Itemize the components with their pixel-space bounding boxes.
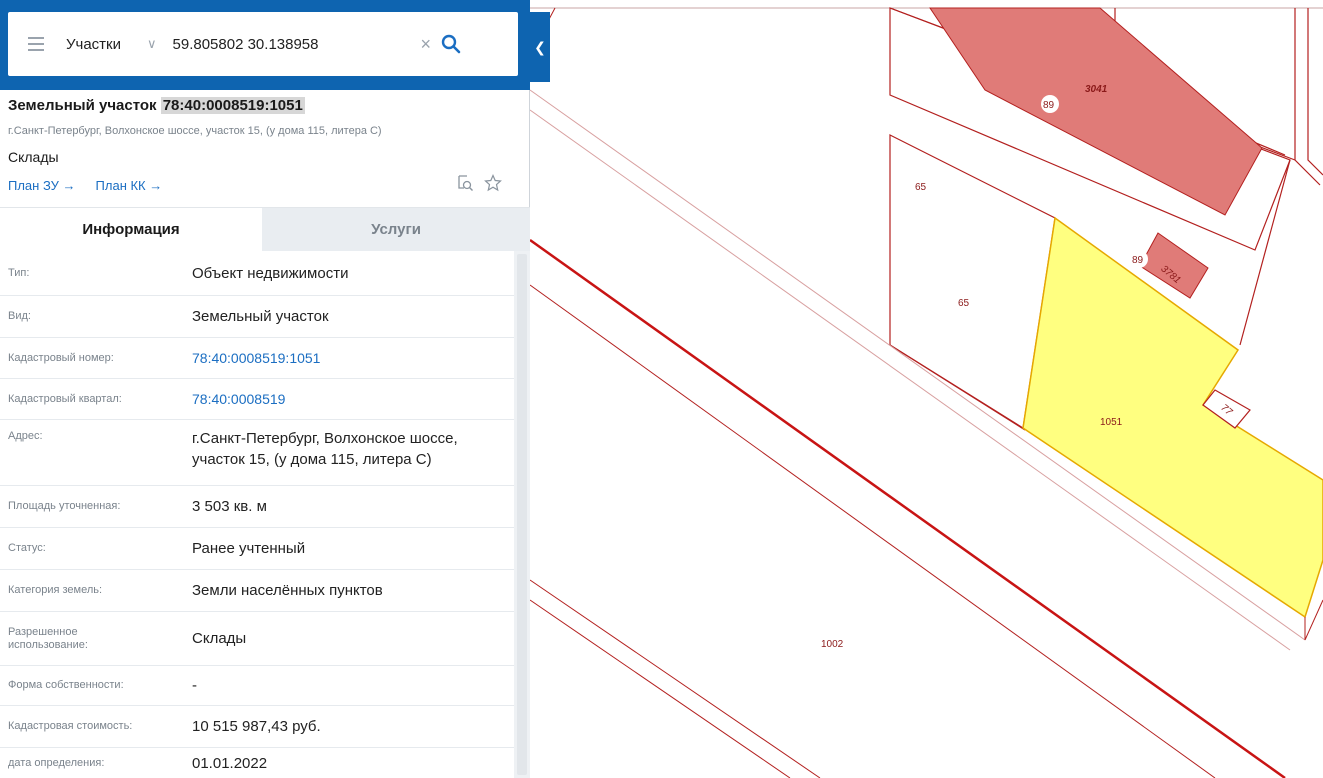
plan-links: План ЗУ → План КК →: [8, 178, 162, 193]
info-label: Адрес:: [8, 430, 43, 442]
tab-services[interactable]: Услуги: [262, 208, 530, 251]
info-label: Кадастровый номер:: [8, 351, 114, 364]
search-box: Участки ∨ ×: [8, 12, 518, 76]
collapse-panel-button[interactable]: ❮: [530, 12, 550, 82]
svg-text:1002: 1002: [821, 639, 844, 650]
info-row-area: Площадь уточненная: 3 503 кв. м: [0, 486, 514, 528]
info-value: 01.01.2022: [192, 754, 268, 772]
star-icon[interactable]: [484, 174, 502, 197]
plan-zu-link[interactable]: План ЗУ →: [8, 178, 76, 193]
object-type: Земельный участок: [8, 97, 157, 114]
info-row-land-category: Категория земель: Земли населённых пункт…: [0, 570, 514, 612]
parcel-line: [889, 344, 1026, 431]
info-row-kind: Вид: Земельный участок: [0, 296, 514, 338]
search-header: Участки ∨ ×: [0, 0, 530, 90]
search-icon[interactable]: [441, 34, 461, 54]
map-label-89a: 89: [1041, 95, 1059, 113]
info-value: Ранее учтенный: [192, 540, 306, 557]
info-row-valuation-date: дата определения: 01.01.2022: [0, 748, 514, 778]
info-label: Площадь уточненная:: [8, 500, 121, 512]
info-label: Категория земель:: [8, 584, 103, 596]
layer-select-value: Участки: [66, 35, 121, 53]
object-use: Склады: [8, 149, 59, 165]
info-row-permitted-use: Разрешенное использование: Склады: [0, 612, 514, 666]
cadastral-quarter-link[interactable]: 78:40:0008519: [192, 389, 514, 410]
info-table: Тип: Объект недвижимости Вид: Земельный …: [0, 251, 514, 778]
address-line-2: участок 15, (у дома 115, литера С): [192, 451, 432, 468]
info-row-cadastral-number: Кадастровый номер: 78:40:0008519:1051: [0, 338, 514, 379]
map-label-1051: 1051: [1100, 417, 1123, 428]
tab-information[interactable]: Информация: [0, 208, 262, 251]
object-cadastral-number: 78:40:0008519:1051: [160, 97, 305, 114]
info-label: Вид:: [8, 310, 31, 322]
info-label: Кадастровая стоимость:: [8, 720, 133, 732]
side-panel: Участки ∨ × Земельный участок 78:40:0008…: [0, 0, 530, 778]
plan-kk-link[interactable]: План КК →: [96, 178, 163, 193]
info-value: 3 503 кв. м: [192, 498, 267, 515]
parcel-line: [1307, 8, 1323, 176]
svg-text:89: 89: [1132, 255, 1144, 266]
parcel-3041[interactable]: [929, 7, 1263, 216]
parcel-line: [529, 599, 791, 778]
clear-icon[interactable]: ×: [421, 34, 432, 55]
map-label-3041: 3041: [1085, 84, 1108, 95]
cadastral-number-link[interactable]: 78:40:0008519:1051: [192, 348, 514, 369]
parcel-line: [1239, 159, 1291, 346]
info-row-cadastral-quarter: Кадастровый квартал: 78:40:0008519: [0, 379, 514, 420]
parcel-line: [529, 579, 821, 778]
info-row-type: Тип: Объект недвижимости: [0, 251, 514, 296]
permitted-use-label-2: использование:: [8, 638, 88, 651]
info-label: дата определения:: [8, 756, 105, 769]
info-row-status: Статус: Ранее учтенный: [0, 528, 514, 570]
svg-text:89: 89: [1043, 100, 1055, 111]
svg-text:3041: 3041: [1085, 84, 1108, 95]
info-value: Земли населённых пунктов: [192, 582, 383, 599]
info-label: Тип:: [8, 266, 30, 279]
info-value: 10 515 987,43 руб.: [192, 718, 321, 735]
info-value: Объект недвижимости: [192, 264, 349, 282]
info-value: Склады: [192, 630, 247, 647]
info-label: Статус:: [8, 542, 46, 554]
info-value: -: [192, 677, 197, 694]
chevron-down-icon: ∨: [147, 36, 157, 51]
info-label: Кадастровый квартал:: [8, 392, 122, 405]
zoom-to-object-icon[interactable]: [456, 174, 474, 197]
panel-scrollbar-thumb[interactable]: [517, 254, 527, 775]
object-address: г.Санкт-Петербург, Волхонское шоссе, уча…: [8, 125, 382, 137]
info-value: Земельный участок: [192, 308, 329, 325]
svg-text:65: 65: [915, 182, 927, 193]
address-line-1: г.Санкт-Петербург, Волхонское шоссе,: [192, 430, 458, 447]
map-label-1002: 1002: [818, 636, 846, 650]
svg-text:65: 65: [958, 298, 970, 309]
info-label: Форма собственности:: [8, 679, 124, 691]
info-row-cadastral-value: Кадастровая стоимость: 10 515 987,43 руб…: [0, 706, 514, 748]
map-label-89b: 89: [1130, 250, 1148, 268]
search-input[interactable]: [172, 28, 413, 60]
menu-icon[interactable]: [28, 37, 44, 51]
permitted-use-label-1: Разрешенное: [8, 625, 78, 638]
map-label-65b: 65: [956, 293, 974, 311]
info-value: г.Санкт-Петербург, Волхонское шоссе, уча…: [192, 420, 514, 470]
info-row-ownership: Форма собственности: -: [0, 666, 514, 706]
layer-select[interactable]: Участки ∨: [66, 36, 157, 53]
chevron-left-icon: ❮: [534, 38, 546, 55]
svg-text:1051: 1051: [1100, 417, 1123, 428]
panel-tabs: Информация Услуги: [0, 207, 530, 251]
object-title: Земельный участок 78:40:0008519:1051: [8, 97, 305, 114]
info-label: Разрешенное использование:: [0, 626, 192, 652]
object-actions: [456, 174, 502, 197]
map-label-65a: 65: [913, 177, 931, 195]
info-row-address: Адрес: г.Санкт-Петербург, Волхонское шос…: [0, 420, 514, 486]
